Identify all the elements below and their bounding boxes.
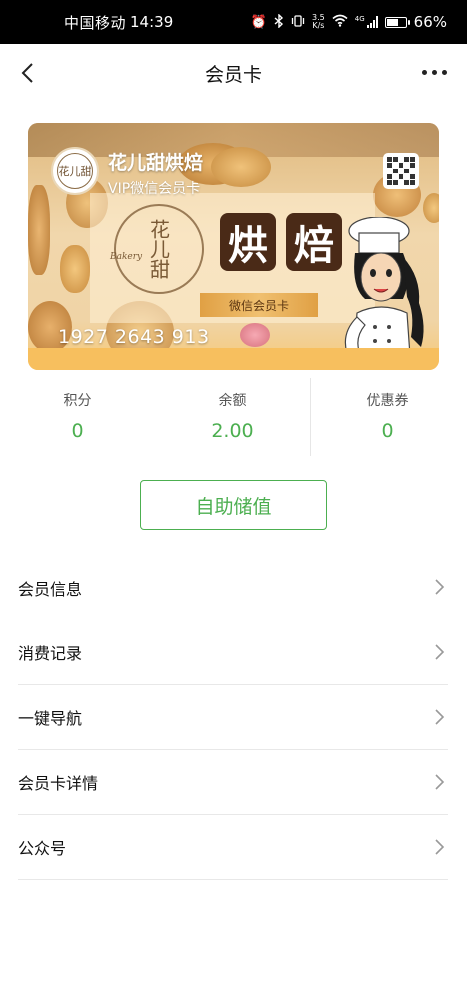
pastry-decoration bbox=[28, 185, 50, 275]
bluetooth-icon bbox=[274, 12, 284, 31]
alarm-icon: ⏰ bbox=[250, 14, 268, 30]
qr-cell bbox=[387, 180, 392, 185]
qr-cell bbox=[387, 162, 392, 168]
qr-cell bbox=[410, 162, 415, 168]
chevron-right-icon bbox=[434, 642, 446, 662]
net-speed: 3.5 K/s bbox=[312, 14, 325, 30]
chevron-right-icon bbox=[434, 707, 446, 727]
card-type: VIP微信会员卡 bbox=[108, 181, 201, 197]
status-time: 14:39 bbox=[130, 13, 174, 31]
stat-value: 0 bbox=[381, 420, 394, 442]
more-icon bbox=[422, 69, 427, 75]
chevron-right-icon bbox=[434, 837, 446, 857]
qr-cell bbox=[404, 157, 410, 162]
qr-cell bbox=[404, 162, 410, 168]
pastry-decoration bbox=[240, 323, 270, 347]
member-stats: 积分 0 余额 2.00 优惠券 0 bbox=[0, 378, 467, 456]
bake-char-2: 焙 bbox=[286, 213, 342, 271]
chevron-left-icon bbox=[21, 63, 33, 83]
stat-value: 0 bbox=[71, 420, 84, 442]
menu-item-label: 会员信息 bbox=[18, 579, 83, 599]
qr-cell bbox=[410, 168, 415, 174]
pastry-decoration bbox=[211, 147, 271, 187]
wifi-icon bbox=[332, 14, 348, 30]
status-bar: 中国移动 14:39 ⏰ 3.5 K/s 4G 66% bbox=[0, 0, 467, 44]
back-button[interactable] bbox=[14, 58, 44, 88]
stat-value: 2.00 bbox=[211, 420, 254, 442]
stat-label: 余额 bbox=[218, 393, 247, 409]
qr-cell bbox=[404, 180, 410, 185]
menu-item-navigation[interactable]: 一键导航 bbox=[18, 685, 448, 750]
qr-cell bbox=[392, 162, 398, 168]
menu-item-label: 会员卡详情 bbox=[18, 774, 99, 793]
menu-list: 会员信息 消费记录 一键导航 会员卡详情 公众号 bbox=[18, 555, 448, 880]
shop-logo: 花儿甜 bbox=[51, 147, 99, 195]
qr-cell bbox=[392, 174, 398, 180]
card-ribbon: 微信会员卡 bbox=[200, 293, 318, 317]
shop-logo-text: 花儿甜 bbox=[57, 153, 93, 189]
qr-cell bbox=[398, 168, 404, 174]
qr-cell bbox=[387, 157, 392, 162]
bake-char-1: 烘 bbox=[220, 213, 276, 271]
stat-points[interactable]: 积分 0 bbox=[0, 378, 155, 456]
pastry-decoration bbox=[60, 245, 90, 293]
menu-item-label: 消费记录 bbox=[18, 644, 83, 663]
recharge-button[interactable]: 自助储值 bbox=[140, 480, 327, 530]
qr-cell bbox=[387, 168, 392, 174]
menu-item-official-account[interactable]: 公众号 bbox=[18, 815, 448, 880]
qr-cell bbox=[404, 168, 410, 174]
shop-name: 花儿甜烘焙 bbox=[108, 152, 204, 174]
qr-cell bbox=[398, 180, 404, 185]
menu-item-label: 公众号 bbox=[18, 839, 67, 858]
more-icon-dot bbox=[432, 69, 437, 75]
brand-logo-mark: 花儿甜 Bakery bbox=[110, 204, 204, 294]
stat-coupons[interactable]: 优惠券 0 bbox=[310, 378, 465, 456]
qr-cell bbox=[410, 157, 415, 162]
vibrate-icon bbox=[291, 14, 305, 31]
menu-item-card-details[interactable]: 会员卡详情 bbox=[18, 750, 448, 815]
brand-script: Bakery bbox=[110, 252, 143, 262]
status-icons: ⏰ 3.5 K/s 4G 66% bbox=[250, 12, 447, 31]
menu-item-consumption-records[interactable]: 消费记录 bbox=[18, 620, 448, 685]
qr-cell bbox=[392, 157, 398, 162]
qr-cell bbox=[398, 157, 404, 162]
card-band-bottom bbox=[28, 348, 439, 370]
qr-cell bbox=[404, 174, 410, 180]
qr-cell bbox=[398, 174, 404, 180]
menu-item-label: 一键导航 bbox=[18, 709, 83, 728]
stats-divider bbox=[310, 378, 311, 456]
battery-percent: 66% bbox=[413, 13, 447, 31]
member-card[interactable]: 花儿甜 Bakery 烘 焙 微信会员卡 花儿甜 花儿甜烘焙 VIP微信会员卡 bbox=[28, 123, 439, 370]
qr-cell bbox=[398, 162, 404, 168]
qr-code-icon[interactable] bbox=[383, 153, 419, 189]
net-speed-unit: K/s bbox=[312, 21, 325, 30]
more-icon-dot bbox=[442, 69, 447, 75]
chevron-right-icon bbox=[434, 772, 446, 792]
signal-type: 4G bbox=[354, 15, 365, 23]
qr-cell bbox=[392, 180, 398, 185]
battery-icon bbox=[384, 16, 410, 28]
stat-balance[interactable]: 余额 2.00 bbox=[155, 378, 310, 456]
brand-mark-text: 花儿甜 bbox=[146, 219, 171, 279]
carrier-name: 中国移动 bbox=[64, 13, 127, 32]
nav-bar: 会员卡 bbox=[0, 44, 467, 102]
stat-label: 优惠券 bbox=[366, 393, 409, 409]
qr-cell bbox=[410, 180, 415, 185]
qr-cell bbox=[392, 168, 398, 174]
qr-cell bbox=[410, 174, 415, 180]
battery-fill bbox=[386, 18, 398, 26]
stat-label: 积分 bbox=[63, 393, 92, 409]
qr-cell bbox=[387, 174, 392, 180]
chevron-right-icon bbox=[434, 577, 446, 597]
page-title: 会员卡 bbox=[204, 63, 262, 86]
menu-item-member-info[interactable]: 会员信息 bbox=[18, 555, 448, 620]
signal-icon bbox=[366, 16, 378, 28]
card-number: 1927 2643 913 bbox=[58, 326, 210, 348]
more-button[interactable] bbox=[422, 62, 447, 82]
